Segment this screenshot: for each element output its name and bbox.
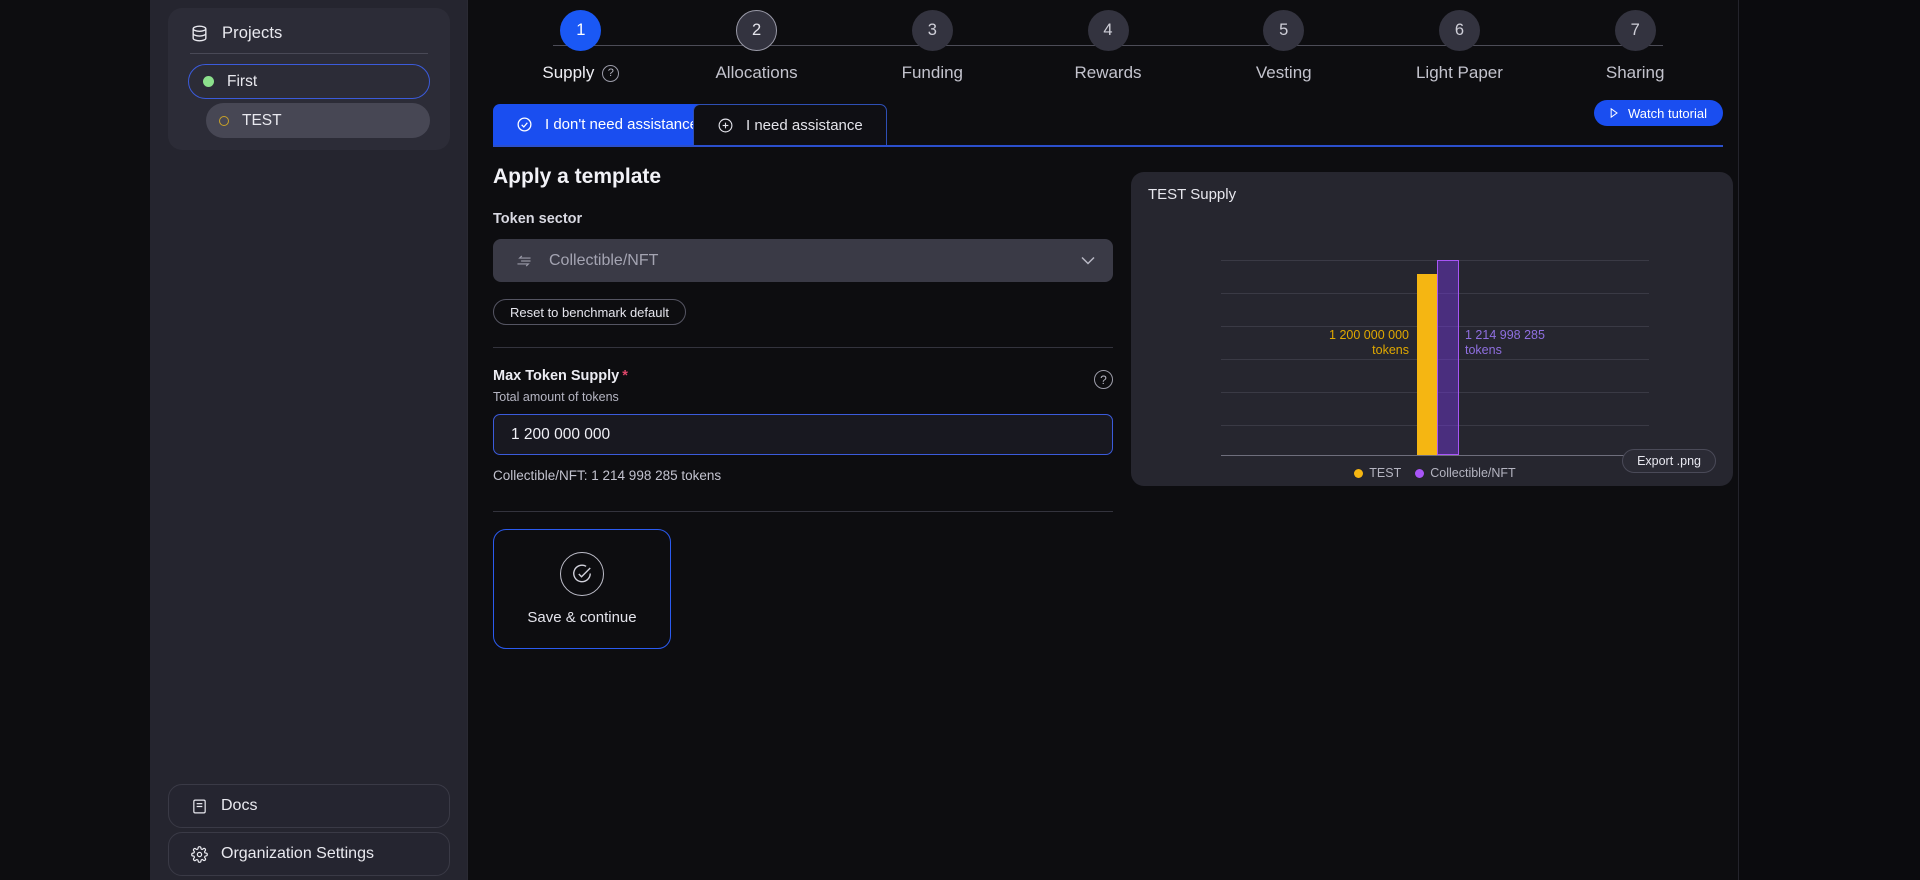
form-title: Apply a template bbox=[493, 165, 1113, 189]
step-light-paper-number: 6 bbox=[1439, 10, 1480, 51]
sidebar-divider bbox=[190, 53, 428, 54]
max-supply-hint: Total amount of tokens bbox=[493, 390, 628, 404]
token-sector-value: Collectible/NFT bbox=[549, 252, 1065, 270]
step-sharing-label: Sharing bbox=[1606, 63, 1665, 83]
projects-header-label: Projects bbox=[222, 24, 282, 43]
max-supply-input-value: 1 200 000 000 bbox=[511, 426, 610, 444]
legend-label-test: TEST bbox=[1369, 466, 1401, 480]
bar-collectible-nft[interactable] bbox=[1437, 260, 1459, 455]
tab-need-assistance-label: I need assistance bbox=[746, 117, 863, 134]
app-root: Projects First TEST bbox=[0, 0, 1920, 880]
projects-header[interactable]: Projects bbox=[168, 18, 450, 53]
play-icon bbox=[1610, 108, 1619, 118]
tab-no-assistance-label: I don't need assistance bbox=[545, 116, 698, 133]
wizard-stepper: 1 Supply ? 2 Allocations 3 Funding 4 Rew bbox=[493, 10, 1723, 92]
max-supply-help-icon[interactable]: ? bbox=[1094, 370, 1113, 389]
form-divider bbox=[493, 347, 1113, 348]
step-funding-label: Funding bbox=[902, 63, 963, 83]
export-png-label: Export .png bbox=[1637, 454, 1701, 468]
form-divider-2 bbox=[493, 511, 1113, 512]
step-supply[interactable]: 1 Supply ? bbox=[493, 10, 669, 83]
sidebar-item-test[interactable]: TEST bbox=[206, 103, 430, 138]
supply-bar-chart: 1 200 000 000 tokens 1 214 998 285 token… bbox=[1221, 260, 1649, 456]
save-continue-label: Save & continue bbox=[527, 609, 636, 626]
step-vesting-label: Vesting bbox=[1256, 63, 1312, 83]
green-dot-icon bbox=[203, 76, 214, 87]
step-vesting-number: 5 bbox=[1263, 10, 1304, 51]
token-sector-select[interactable]: Collectible/NFT bbox=[493, 239, 1113, 282]
tab-no-assistance[interactable]: I don't need assistance bbox=[493, 104, 721, 145]
reset-benchmark-button[interactable]: Reset to benchmark default bbox=[493, 299, 686, 325]
tabs-underline bbox=[493, 145, 1723, 147]
template-form: Apply a template Token sector Collectibl… bbox=[493, 165, 1113, 649]
sidebar-bottom-nav: Docs Organization Settings bbox=[168, 784, 450, 880]
sidebar-item-docs[interactable]: Docs bbox=[168, 784, 450, 828]
sidebar-item-test-label: TEST bbox=[242, 112, 282, 130]
step-allocations-number: 2 bbox=[736, 10, 777, 51]
help-icon[interactable]: ? bbox=[602, 65, 619, 82]
save-check-icon bbox=[560, 552, 604, 596]
legend-item-test[interactable]: TEST bbox=[1354, 466, 1401, 480]
sidebar-item-org-settings-label: Organization Settings bbox=[221, 845, 374, 863]
tab-need-assistance[interactable]: I need assistance bbox=[693, 104, 887, 145]
bar-label-test: 1 200 000 000 tokens bbox=[1257, 328, 1409, 358]
sidebar-item-first-label: First bbox=[227, 73, 257, 91]
watch-tutorial-label: Watch tutorial bbox=[1628, 106, 1707, 121]
legend-label-collectible-nft: Collectible/NFT bbox=[1430, 466, 1515, 480]
benchmark-note: Collectible/NFT: 1 214 998 285 tokens bbox=[493, 468, 1113, 483]
legend-item-collectible-nft[interactable]: Collectible/NFT bbox=[1415, 466, 1515, 480]
step-allocations[interactable]: 2 Allocations bbox=[669, 10, 845, 83]
max-supply-label-text: Max Token Supply bbox=[493, 368, 619, 384]
step-rewards-number: 4 bbox=[1088, 10, 1129, 51]
step-supply-number: 1 bbox=[560, 10, 601, 51]
step-funding[interactable]: 3 Funding bbox=[844, 10, 1020, 83]
step-light-paper[interactable]: 6 Light Paper bbox=[1372, 10, 1548, 83]
token-sector-label: Token sector bbox=[493, 211, 1113, 227]
watch-tutorial-button[interactable]: Watch tutorial bbox=[1594, 100, 1723, 126]
legend-dot-collectible-nft-icon bbox=[1415, 469, 1424, 478]
left-rail bbox=[0, 0, 150, 880]
bar-label-collectible-nft: 1 214 998 285 tokens bbox=[1465, 328, 1625, 358]
right-gutter bbox=[1738, 0, 1920, 880]
supply-chart-card: TEST Supply 1 200 000 000 tokens 1 214 9… bbox=[1131, 172, 1733, 486]
legend-dot-test-icon bbox=[1354, 469, 1363, 478]
chevron-down-icon bbox=[1081, 256, 1095, 265]
gear-icon bbox=[191, 846, 208, 863]
database-icon bbox=[190, 24, 209, 43]
projects-card: Projects First TEST bbox=[168, 8, 450, 150]
check-circle-icon bbox=[516, 116, 533, 133]
step-light-paper-label: Light Paper bbox=[1416, 63, 1503, 83]
export-png-button[interactable]: Export .png bbox=[1622, 449, 1716, 473]
step-funding-number: 3 bbox=[912, 10, 953, 51]
main-content: 1 Supply ? 2 Allocations 3 Funding 4 Rew bbox=[467, 0, 1738, 880]
max-supply-input[interactable]: 1 200 000 000 bbox=[493, 414, 1113, 455]
step-allocations-label: Allocations bbox=[715, 63, 797, 83]
chart-title: TEST Supply bbox=[1148, 186, 1236, 203]
save-continue-button[interactable]: Save & continue bbox=[493, 529, 671, 649]
assistance-tabs: I don't need assistance I need assistanc… bbox=[493, 104, 1723, 146]
step-rewards[interactable]: 4 Rewards bbox=[1020, 10, 1196, 83]
plus-circle-icon bbox=[717, 117, 734, 134]
bar-test[interactable] bbox=[1417, 274, 1437, 455]
gridline bbox=[1221, 260, 1649, 261]
sector-icon bbox=[515, 253, 533, 269]
reset-benchmark-label: Reset to benchmark default bbox=[510, 305, 669, 320]
required-marker: * bbox=[622, 368, 628, 384]
step-supply-label: Supply bbox=[542, 63, 594, 83]
yellow-ring-dot-icon bbox=[219, 116, 229, 126]
chart-legend: TEST Collectible/NFT bbox=[1221, 466, 1649, 480]
step-vesting[interactable]: 5 Vesting bbox=[1196, 10, 1372, 83]
sidebar-item-first[interactable]: First bbox=[188, 64, 430, 99]
sidebar: Projects First TEST bbox=[150, 0, 467, 880]
step-rewards-label: Rewards bbox=[1074, 63, 1141, 83]
docs-icon bbox=[191, 798, 208, 815]
sidebar-item-docs-label: Docs bbox=[221, 797, 257, 815]
step-sharing-number: 7 bbox=[1615, 10, 1656, 51]
step-sharing[interactable]: 7 Sharing bbox=[1547, 10, 1723, 83]
max-supply-label: Max Token Supply* bbox=[493, 368, 628, 384]
sidebar-item-org-settings[interactable]: Organization Settings bbox=[168, 832, 450, 876]
